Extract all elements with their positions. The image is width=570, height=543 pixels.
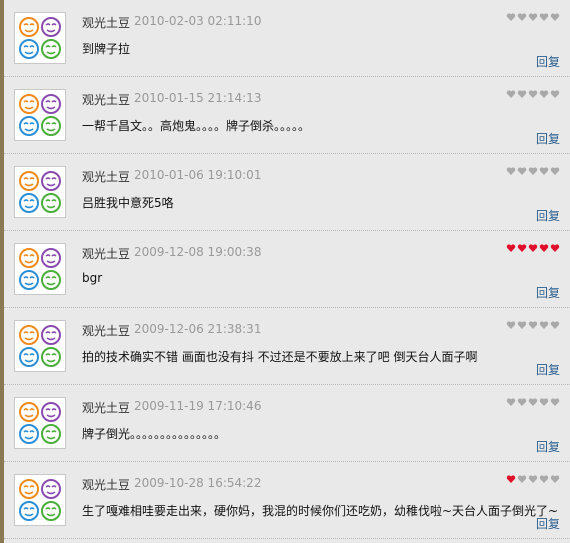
avatar[interactable] bbox=[14, 243, 66, 295]
timestamp: 2009-11-19 17:10:46 bbox=[134, 399, 262, 413]
timestamp: 2009-12-06 21:38:31 bbox=[134, 322, 262, 336]
heart-icon[interactable] bbox=[517, 397, 527, 407]
heart-icon[interactable] bbox=[550, 474, 560, 484]
heart-icon[interactable] bbox=[517, 166, 527, 176]
comment-text: bgr bbox=[82, 271, 103, 285]
comment-text: 吕胜我中意死5咯 bbox=[82, 196, 174, 210]
heart-icon[interactable] bbox=[528, 89, 538, 99]
heart-icon[interactable] bbox=[539, 89, 549, 99]
heart-icon[interactable] bbox=[506, 89, 516, 99]
comment-item: 观光土豆 2009-11-19 17:10:46 牌子倒光。。。。。。。。。。。… bbox=[4, 385, 570, 462]
rating-hearts bbox=[506, 474, 560, 486]
username[interactable]: 观光土豆 bbox=[82, 168, 130, 185]
comment-text: 拍的技术确实不错 画面也没有抖 不过还是不要放上来了吧 倒天台人面子啊 bbox=[82, 350, 478, 364]
smiley-faces-avatar-icon bbox=[19, 94, 61, 136]
reply-link[interactable]: 回复 bbox=[536, 515, 560, 532]
comment-text: 生了嘎难相哇要走出来，硬你妈，我混的时候你们还吃奶，幼稚伐啦~天台人面子倒光了~ bbox=[82, 504, 559, 518]
username[interactable]: 观光土豆 bbox=[82, 399, 130, 416]
timestamp: 2009-12-08 19:00:38 bbox=[134, 245, 262, 259]
rating-hearts bbox=[506, 243, 560, 255]
heart-icon[interactable] bbox=[550, 320, 560, 330]
timestamp: 2009-10-28 16:54:22 bbox=[134, 476, 262, 490]
username[interactable]: 观光土豆 bbox=[82, 322, 130, 339]
heart-icon[interactable] bbox=[539, 397, 549, 407]
avatar[interactable] bbox=[14, 397, 66, 449]
comment-text: 到牌子拉 bbox=[82, 42, 131, 56]
comment-item: 观光土豆 2009-12-06 21:38:31 拍的技术确实不错 画面也没有抖… bbox=[4, 308, 570, 385]
smiley-faces-avatar-icon bbox=[19, 17, 61, 59]
heart-icon[interactable] bbox=[539, 320, 549, 330]
heart-icon[interactable] bbox=[539, 243, 549, 253]
comment-text: 一帮千昌文。。高炮鬼。。。。牌子倒杀。。。。。 bbox=[82, 119, 311, 133]
heart-icon[interactable] bbox=[517, 89, 527, 99]
heart-icon[interactable] bbox=[539, 474, 549, 484]
heart-icon[interactable] bbox=[528, 474, 538, 484]
timestamp: 2010-01-15 21:14:13 bbox=[134, 91, 262, 105]
reply-link[interactable]: 回复 bbox=[536, 284, 560, 301]
comment-text: 牌子倒光。。。。。。。。。。。。。。。 bbox=[82, 427, 227, 441]
heart-icon[interactable] bbox=[506, 12, 516, 22]
heart-icon[interactable] bbox=[506, 474, 516, 484]
heart-icon[interactable] bbox=[550, 12, 560, 22]
comment-item: 观光土豆 2010-01-06 19:10:01 吕胜我中意死5咯 回复 bbox=[4, 154, 570, 231]
reply-link[interactable]: 回复 bbox=[536, 361, 560, 378]
timestamp: 2010-02-03 02:11:10 bbox=[134, 14, 262, 28]
heart-icon[interactable] bbox=[528, 320, 538, 330]
rating-hearts bbox=[506, 320, 560, 332]
smiley-faces-avatar-icon bbox=[19, 171, 61, 213]
heart-icon[interactable] bbox=[539, 166, 549, 176]
comment-item: 观光土豆 2009-12-08 19:00:38 bgr 回复 bbox=[4, 231, 570, 308]
reply-link[interactable]: 回复 bbox=[536, 130, 560, 147]
heart-icon[interactable] bbox=[528, 243, 538, 253]
heart-icon[interactable] bbox=[550, 166, 560, 176]
smiley-faces-avatar-icon bbox=[19, 402, 61, 444]
heart-icon[interactable] bbox=[550, 89, 560, 99]
rating-hearts bbox=[506, 89, 560, 101]
avatar[interactable] bbox=[14, 166, 66, 218]
reply-link[interactable]: 回复 bbox=[536, 53, 560, 70]
heart-icon[interactable] bbox=[528, 12, 538, 22]
smiley-faces-avatar-icon bbox=[19, 325, 61, 367]
smiley-faces-avatar-icon bbox=[19, 248, 61, 290]
avatar[interactable] bbox=[14, 320, 66, 372]
heart-icon[interactable] bbox=[517, 474, 527, 484]
avatar[interactable] bbox=[14, 12, 66, 64]
heart-icon[interactable] bbox=[539, 12, 549, 22]
rating-hearts bbox=[506, 12, 560, 24]
comment-item: 观光土豆 2010-01-15 21:14:13 一帮千昌文。。高炮鬼。。。。牌… bbox=[4, 77, 570, 154]
rating-hearts bbox=[506, 166, 560, 178]
username[interactable]: 观光土豆 bbox=[82, 476, 130, 493]
comment-item: 观光土豆 2010-02-03 02:11:10 到牌子拉 回复 bbox=[4, 0, 570, 77]
timestamp: 2010-01-06 19:10:01 bbox=[134, 168, 262, 182]
avatar[interactable] bbox=[14, 89, 66, 141]
username[interactable]: 观光土豆 bbox=[82, 91, 130, 108]
heart-icon[interactable] bbox=[528, 166, 538, 176]
heart-icon[interactable] bbox=[528, 397, 538, 407]
reply-link[interactable]: 回复 bbox=[536, 207, 560, 224]
heart-icon[interactable] bbox=[550, 243, 560, 253]
heart-icon[interactable] bbox=[506, 166, 516, 176]
smiley-faces-avatar-icon bbox=[19, 479, 61, 521]
heart-icon[interactable] bbox=[506, 243, 516, 253]
heart-icon[interactable] bbox=[517, 12, 527, 22]
comment-item: 观光土豆 2009-10-28 16:54:22 生了嘎难相哇要走出来，硬你妈，… bbox=[4, 462, 570, 539]
rating-hearts bbox=[506, 397, 560, 409]
heart-icon[interactable] bbox=[506, 320, 516, 330]
heart-icon[interactable] bbox=[517, 243, 527, 253]
username[interactable]: 观光土豆 bbox=[82, 245, 130, 262]
heart-icon[interactable] bbox=[506, 397, 516, 407]
avatar[interactable] bbox=[14, 474, 66, 526]
reply-link[interactable]: 回复 bbox=[536, 438, 560, 455]
heart-icon[interactable] bbox=[517, 320, 527, 330]
username[interactable]: 观光土豆 bbox=[82, 14, 130, 31]
heart-icon[interactable] bbox=[550, 397, 560, 407]
